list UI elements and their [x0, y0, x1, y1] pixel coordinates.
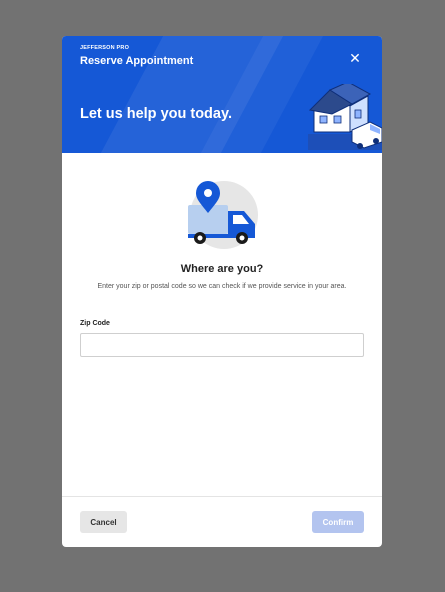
zip-code-label: Zip Code — [80, 320, 110, 327]
zip-code-input[interactable] — [80, 333, 364, 357]
location-description: Enter your zip or postal code so we can … — [97, 283, 347, 290]
house-van-illustration — [308, 84, 382, 150]
footer-divider — [62, 496, 382, 497]
delivery-truck-icon — [188, 181, 258, 249]
modal-title: Reserve Appointment — [80, 55, 194, 67]
modal-header: JEFFERSON PRO Reserve Appointment ✕ Let … — [62, 36, 382, 153]
reserve-appointment-modal: JEFFERSON PRO Reserve Appointment ✕ Let … — [62, 36, 382, 547]
cancel-button[interactable]: Cancel — [80, 511, 127, 533]
location-heading: Where are you? — [180, 263, 264, 275]
close-button[interactable]: ✕ — [347, 50, 363, 66]
header-tagline: Let us help you today. — [80, 106, 232, 122]
brand-label: JEFFERSON PRO — [80, 45, 130, 51]
close-icon: ✕ — [349, 50, 361, 66]
confirm-button[interactable]: Confirm — [312, 511, 364, 533]
